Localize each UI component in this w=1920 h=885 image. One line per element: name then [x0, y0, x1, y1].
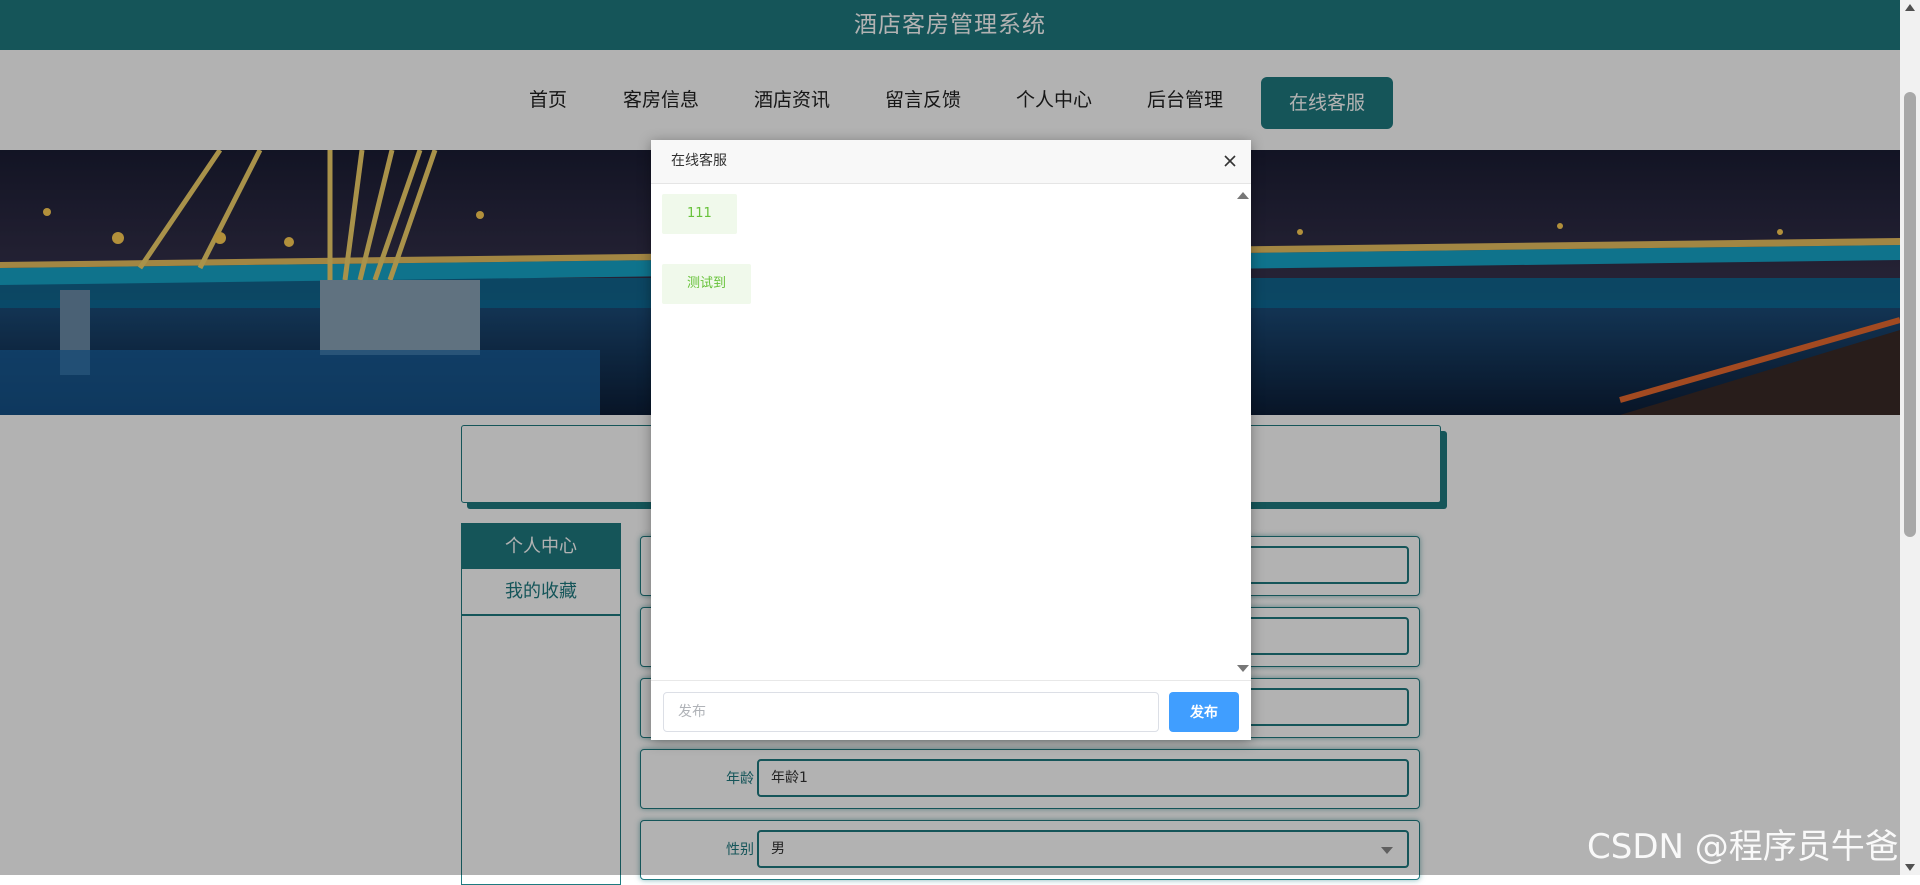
- dialog-title: 在线客服: [671, 153, 727, 169]
- chat-message: 111: [662, 194, 737, 234]
- chat-message-area[interactable]: 111 测试到: [651, 184, 1251, 680]
- scroll-down-icon[interactable]: [1237, 665, 1249, 672]
- chat-message: 测试到: [662, 264, 752, 304]
- dialog-footer: 发布: [651, 680, 1251, 741]
- scroll-up-icon[interactable]: [1237, 192, 1249, 199]
- scroll-down-icon[interactable]: [1905, 864, 1915, 871]
- scroll-thumb[interactable]: [1904, 92, 1916, 537]
- dialog-header: 在线客服: [651, 140, 1251, 184]
- send-button[interactable]: 发布: [1169, 692, 1239, 732]
- watermark-text: CSDN @程序员牛爸: [1587, 827, 1899, 867]
- close-icon[interactable]: [1219, 150, 1241, 172]
- online-service-dialog: 在线客服 111 测试到 发布: [651, 140, 1251, 740]
- chat-input[interactable]: [663, 692, 1159, 732]
- page-scrollbar[interactable]: [1900, 0, 1920, 875]
- scroll-up-icon[interactable]: [1905, 4, 1915, 11]
